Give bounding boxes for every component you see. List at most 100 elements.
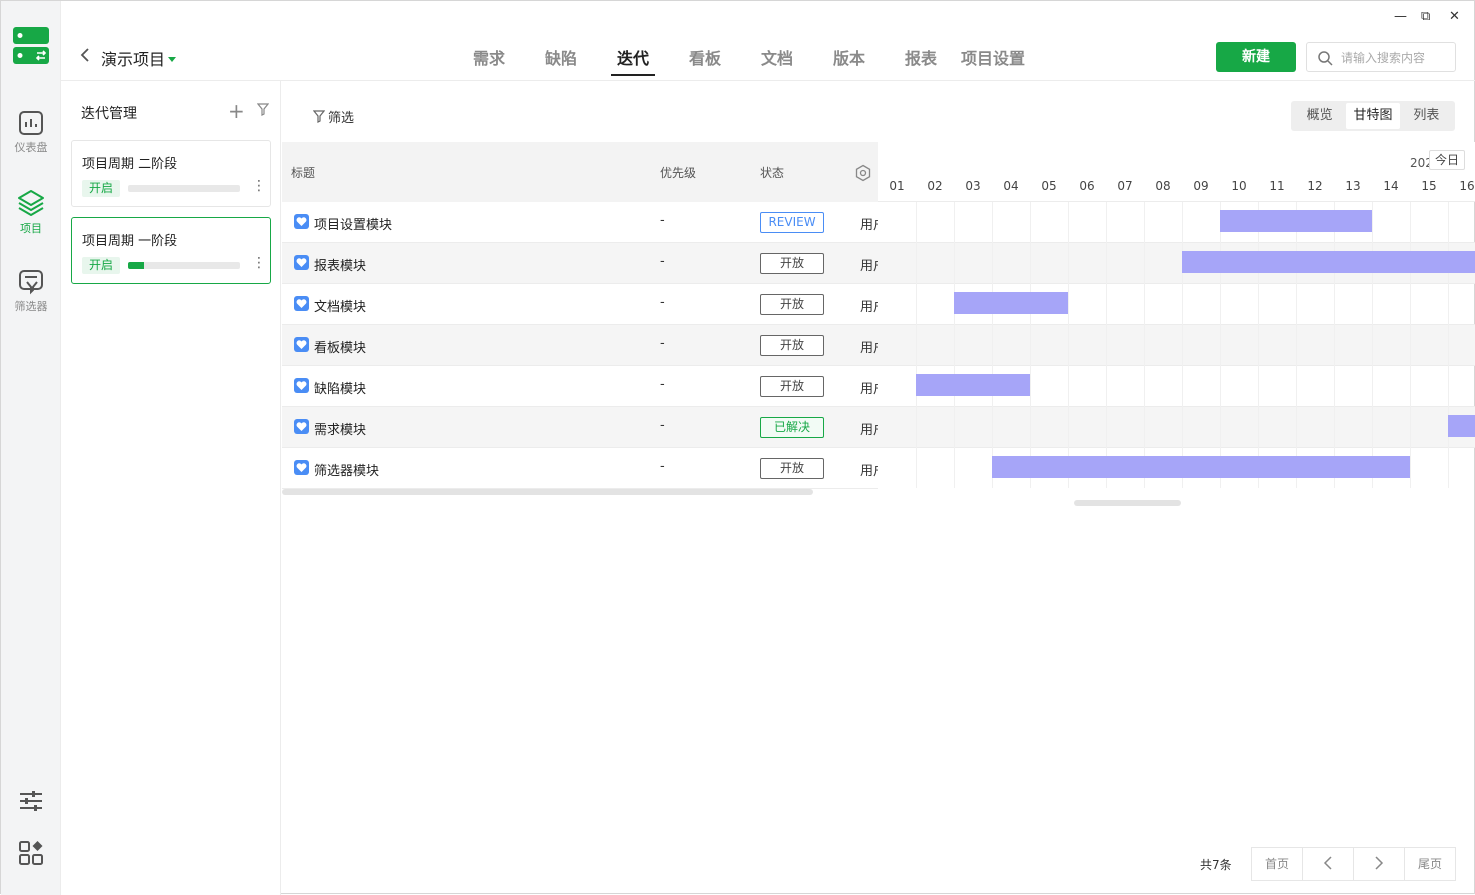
task-status-badge[interactable]: 已解决	[760, 417, 824, 438]
task-title[interactable]: 缺陷模块	[314, 378, 366, 397]
gantt-horizontal-scrollbar[interactable]	[1074, 500, 1181, 506]
add-iteration-button[interactable]: +	[228, 99, 245, 123]
task-priority: -	[660, 254, 665, 269]
gantt-task-bar[interactable]	[992, 456, 1410, 478]
table-row[interactable]: 看板模块 - 开放 用户	[282, 325, 878, 366]
prev-page-chevron-icon[interactable]	[1303, 848, 1354, 880]
rail-item-filters[interactable]: 筛选器	[1, 268, 61, 314]
table-row[interactable]: 缺陷模块 - 开放 用户	[282, 366, 878, 407]
table-horizontal-scrollbar[interactable]	[282, 489, 813, 495]
settings-sliders-button[interactable]	[1, 787, 61, 817]
gantt-day-label: 14	[1383, 179, 1399, 193]
table-row[interactable]: 项目设置模块 - REVIEW 用户	[282, 202, 878, 243]
search-icon	[1318, 51, 1333, 66]
gantt-day-label: 06	[1079, 179, 1095, 193]
task-title[interactable]: 筛选器模块	[314, 460, 379, 479]
task-status-badge[interactable]: 开放	[760, 253, 824, 274]
view-overview[interactable]: 概览	[1293, 103, 1346, 129]
iteration-panel-title: 迭代管理	[81, 106, 137, 122]
tab-versions[interactable]: 版本	[813, 45, 885, 75]
task-title[interactable]: 文档模块	[314, 296, 366, 315]
column-header-title[interactable]: 标题	[291, 164, 315, 181]
tab-docs[interactable]: 文档	[741, 45, 813, 75]
gantt-task-bar[interactable]	[916, 374, 1030, 396]
gantt-row	[878, 325, 1475, 366]
pagination: 首页 尾页	[1251, 847, 1456, 881]
tab-defects[interactable]: 缺陷	[525, 45, 597, 75]
table-row[interactable]: 筛选器模块 - 开放 用户	[282, 448, 878, 489]
task-title[interactable]: 项目设置模块	[314, 214, 392, 233]
gantt-gridline	[1030, 202, 1031, 488]
tab-project-settings[interactable]: 项目设置	[957, 45, 1029, 75]
task-priority: -	[660, 459, 665, 474]
next-page-chevron-icon[interactable]	[1354, 848, 1405, 880]
more-vertical-icon[interactable]: ⋮	[252, 256, 266, 270]
iteration-card-selected[interactable]: 项目周期 一阶段 开启 ⋮	[71, 217, 271, 284]
gantt-task-bar[interactable]	[1448, 415, 1475, 437]
layers-icon	[18, 190, 44, 216]
tab-requirements[interactable]: 需求	[453, 45, 525, 75]
gantt-gridline	[1144, 202, 1145, 488]
table-row[interactable]: 报表模块 - 开放 用户	[282, 243, 878, 284]
gantt-day-label: 12	[1307, 179, 1323, 193]
gantt-task-bar[interactable]	[1182, 251, 1475, 273]
table-row[interactable]: 需求模块 - 已解决 用户	[282, 407, 878, 448]
minimize-button[interactable]: —	[1394, 9, 1407, 24]
rail-item-label: 项目	[20, 222, 42, 235]
column-header-status[interactable]: 状态	[760, 164, 784, 181]
app-logo-icon[interactable]	[13, 27, 49, 65]
project-name: 演示项目	[101, 50, 166, 69]
gantt-day-label: 11	[1269, 179, 1285, 193]
column-header-priority[interactable]: 优先级	[660, 164, 696, 181]
task-title[interactable]: 看板模块	[314, 337, 366, 356]
gantt-day-label: 09	[1193, 179, 1209, 193]
table-row[interactable]: 文档模块 - 开放 用户	[282, 284, 878, 325]
view-list[interactable]: 列表	[1400, 103, 1453, 129]
task-status-badge[interactable]: 开放	[760, 335, 824, 356]
close-button[interactable]: ✕	[1449, 9, 1460, 24]
gantt-day-label: 13	[1345, 179, 1361, 193]
filter-button[interactable]: 筛选	[312, 107, 354, 126]
task-status-badge[interactable]: 开放	[760, 458, 824, 479]
column-settings-gear-icon[interactable]	[854, 164, 872, 182]
gantt-today-button[interactable]: 今日	[1429, 150, 1465, 170]
task-assignee: 用户	[860, 423, 878, 438]
tab-reports[interactable]: 报表	[885, 45, 957, 75]
rail-item-label: 仪表盘	[14, 141, 48, 154]
gantt-gridline	[1068, 202, 1069, 488]
gantt-row	[878, 407, 1475, 448]
back-chevron-icon[interactable]	[80, 47, 90, 66]
restore-button[interactable]: ⧉	[1421, 9, 1430, 24]
new-button[interactable]: 新建	[1216, 42, 1296, 72]
task-status-badge[interactable]: 开放	[760, 294, 824, 315]
gantt-task-bar[interactable]	[1220, 210, 1372, 232]
gantt-task-bar[interactable]	[954, 292, 1068, 314]
project-switcher[interactable]: 演示项目	[101, 46, 177, 70]
filter-icon	[312, 110, 326, 123]
last-page-button[interactable]: 尾页	[1405, 848, 1455, 880]
filter-icon[interactable]	[257, 103, 269, 116]
task-status-badge[interactable]: 开放	[760, 376, 824, 397]
tab-kanban[interactable]: 看板	[669, 45, 741, 75]
view-gantt[interactable]: 甘特图	[1346, 103, 1400, 129]
total-count: 共7条	[1200, 858, 1232, 872]
more-vertical-icon[interactable]: ⋮	[252, 179, 266, 193]
gantt-gridline	[916, 202, 917, 488]
sliders-icon	[20, 791, 42, 811]
table-header: 标题 优先级 状态	[282, 142, 878, 202]
gantt-day-label: 04	[1003, 179, 1019, 193]
task-status-badge[interactable]: REVIEW	[760, 212, 824, 233]
view-switcher: 概览 甘特图 列表	[1291, 101, 1455, 131]
task-title[interactable]: 报表模块	[314, 255, 366, 274]
rail-item-project[interactable]: 项目	[1, 188, 61, 236]
iteration-progress-fill	[128, 262, 144, 269]
tab-iterations[interactable]: 迭代	[597, 45, 669, 76]
search-input[interactable]	[1341, 49, 1449, 67]
iteration-card[interactable]: 项目周期 二阶段 开启 ⋮	[71, 140, 271, 207]
apps-grid-icon	[19, 841, 43, 865]
task-title[interactable]: 需求模块	[314, 419, 366, 438]
task-type-icon	[294, 460, 309, 475]
apps-button[interactable]	[1, 839, 61, 869]
first-page-button[interactable]: 首页	[1252, 848, 1303, 880]
rail-item-dashboard[interactable]: 仪表盘	[1, 109, 61, 155]
